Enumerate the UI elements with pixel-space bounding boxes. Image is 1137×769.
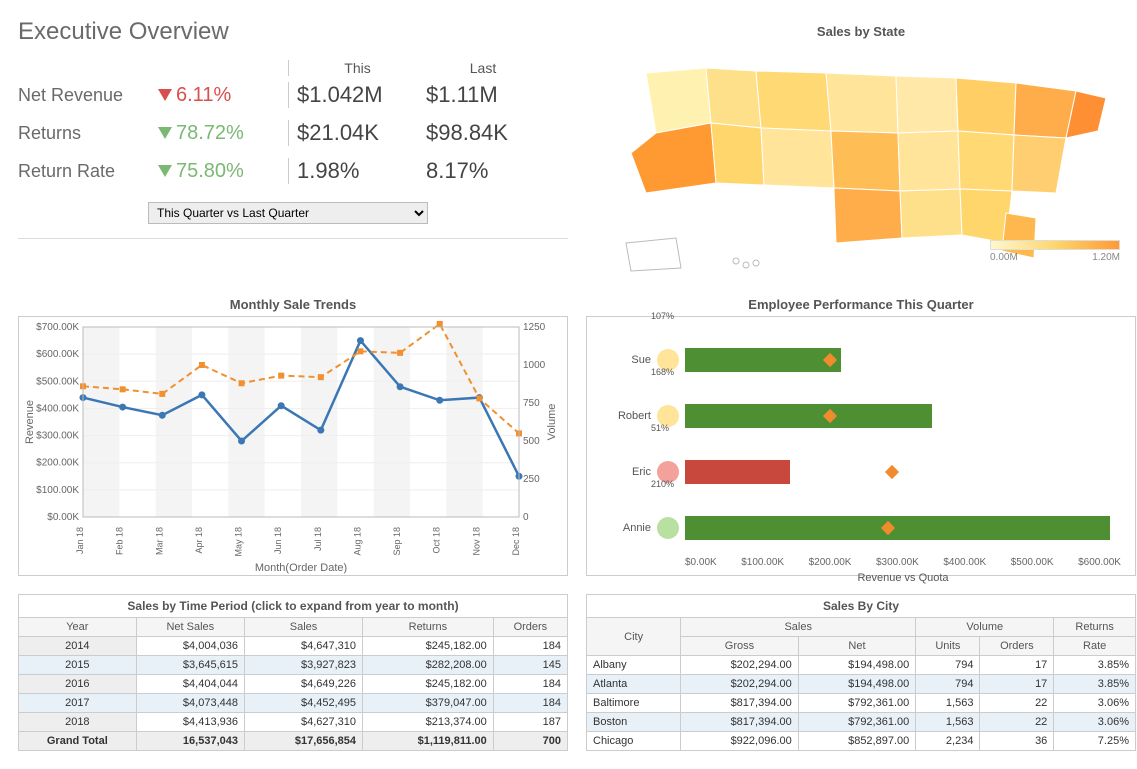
svg-text:$200.00K: $200.00K xyxy=(36,458,79,469)
table-row[interactable]: 2016$4,404,044$4,649,226$245,182.00184 xyxy=(19,675,568,694)
triangle-down-icon xyxy=(158,89,172,101)
kpi-last: $1.11M xyxy=(418,82,548,108)
svg-text:250: 250 xyxy=(523,474,540,485)
svg-text:750: 750 xyxy=(523,398,540,409)
svg-text:Jun 18: Jun 18 xyxy=(273,527,283,554)
kpi-panel: Executive Overview This Last Net Revenue… xyxy=(18,18,568,273)
svg-text:500: 500 xyxy=(523,436,540,447)
table-row[interactable]: Albany$202,294.00$194,498.00794173.85% xyxy=(587,656,1136,675)
table-row[interactable]: 2015$3,645,615$3,927,823$282,208.00145 xyxy=(19,656,568,675)
city-table[interactable]: City Sales Volume Returns Gross Net Unit… xyxy=(586,617,1136,751)
svg-text:Revenue: Revenue xyxy=(24,400,36,444)
svg-text:Oct 18: Oct 18 xyxy=(432,527,442,554)
svg-text:Dec 18: Dec 18 xyxy=(511,527,521,556)
city-table-panel: Sales By City City Sales Volume Returns … xyxy=(586,594,1136,751)
quota-diamond-icon xyxy=(885,465,899,479)
svg-text:Aug 18: Aug 18 xyxy=(352,527,362,556)
svg-text:$100.00K: $100.00K xyxy=(36,485,79,496)
kpi-change: 6.11% xyxy=(158,84,288,107)
kpi-change: 78.72% xyxy=(158,122,288,145)
trends-panel: Monthly Sale Trends $0.00K $100.00K $200.0… xyxy=(18,291,568,576)
monthly-trends-chart[interactable]: $0.00K $100.00K $200.00K $300.00K $400.00K $5… xyxy=(18,316,568,576)
svg-text:Jul 18: Jul 18 xyxy=(313,527,323,551)
kpi-label: Returns xyxy=(18,123,158,144)
kpi-this: $1.042M xyxy=(288,82,418,108)
employee-name: Sue xyxy=(601,354,657,366)
triangle-down-icon xyxy=(158,127,172,139)
kpi-header-last: Last xyxy=(418,60,548,76)
employee-chart[interactable]: 107% Sue 168% Robert 51% Eric xyxy=(586,316,1136,576)
employee-name: Robert xyxy=(601,410,657,422)
revenue-bar xyxy=(685,516,1110,540)
table-row[interactable]: 2014$4,004,036$4,647,310$245,182.00184 xyxy=(19,637,568,656)
page-title: Executive Overview xyxy=(18,18,568,46)
svg-text:Feb 18: Feb 18 xyxy=(115,527,125,555)
kpi-header-this: This xyxy=(288,60,418,76)
time-table-title: Sales by Time Period (click to expand fr… xyxy=(18,594,568,617)
svg-text:$700.00K: $700.00K xyxy=(36,322,79,333)
svg-text:$0.00K: $0.00K xyxy=(47,512,79,523)
svg-text:Mar 18: Mar 18 xyxy=(154,527,164,555)
svg-text:Nov 18: Nov 18 xyxy=(471,527,481,556)
svg-text:$500.00K: $500.00K xyxy=(36,376,79,387)
time-table-panel: Sales by Time Period (click to expand fr… xyxy=(18,594,568,751)
svg-text:0: 0 xyxy=(523,512,529,523)
city-table-title: Sales By City xyxy=(586,594,1136,617)
period-dropdown[interactable]: This Quarter vs Last Quarter xyxy=(148,202,428,224)
svg-text:1000: 1000 xyxy=(523,360,546,371)
table-row[interactable]: Baltimore$817,394.00$792,361.001,563223.… xyxy=(587,694,1136,713)
svg-text:Apr 18: Apr 18 xyxy=(194,527,204,554)
trends-title: Monthly Sale Trends xyxy=(18,291,568,316)
employee-pct: 168% xyxy=(651,367,1137,377)
employee-pct: 51% xyxy=(651,423,1137,433)
table-row[interactable]: 2017$4,073,448$4,452,495$379,047.00184 xyxy=(19,694,568,713)
kpi-this: $21.04K xyxy=(288,120,418,146)
time-table[interactable]: YearNet SalesSalesReturnsOrders 2014$4,0… xyxy=(18,617,568,751)
kpi-label: Net Revenue xyxy=(18,85,158,106)
svg-text:$600.00K: $600.00K xyxy=(36,349,79,360)
employee-name: Annie xyxy=(601,522,657,534)
kpi-last: 8.17% xyxy=(418,158,548,184)
svg-text:$400.00K: $400.00K xyxy=(36,403,79,414)
svg-text:May 18: May 18 xyxy=(234,527,244,557)
employee-row[interactable]: Annie xyxy=(601,505,1121,551)
employee-name: Eric xyxy=(601,466,657,478)
map-panel: Sales by State xyxy=(586,18,1136,273)
svg-text:Sep 18: Sep 18 xyxy=(392,527,402,556)
status-circle-icon xyxy=(657,517,679,539)
table-row[interactable]: 2018$4,413,936$4,627,310$213,374.00187 xyxy=(19,713,568,732)
employee-pct: 210% xyxy=(651,479,1137,489)
kpi-this: 1.98% xyxy=(288,158,418,184)
table-row[interactable]: Atlanta$202,294.00$194,498.00794173.85% xyxy=(587,675,1136,694)
map-legend: 0.00M 1.20M xyxy=(990,240,1120,263)
employee-pct: 107% xyxy=(651,311,1137,321)
svg-text:$300.00K: $300.00K xyxy=(36,431,79,442)
us-map[interactable]: 0.00M 1.20M xyxy=(586,43,1136,273)
map-title: Sales by State xyxy=(586,18,1136,43)
svg-text:1250: 1250 xyxy=(523,322,546,333)
table-row[interactable]: Chicago$922,096.00$852,897.002,234367.25… xyxy=(587,732,1136,751)
kpi-label: Return Rate xyxy=(18,161,158,182)
svg-text:Volume: Volume xyxy=(546,404,558,441)
table-row[interactable]: Boston$817,394.00$792,361.001,563223.06% xyxy=(587,713,1136,732)
svg-text:Jan 18: Jan 18 xyxy=(75,527,85,554)
kpi-change: 75.80% xyxy=(158,160,288,183)
employee-panel: Employee Performance This Quarter 107% S… xyxy=(586,291,1136,576)
triangle-down-icon xyxy=(158,165,172,177)
svg-text:Month(Order Date): Month(Order Date) xyxy=(255,562,347,574)
kpi-last: $98.84K xyxy=(418,120,548,146)
